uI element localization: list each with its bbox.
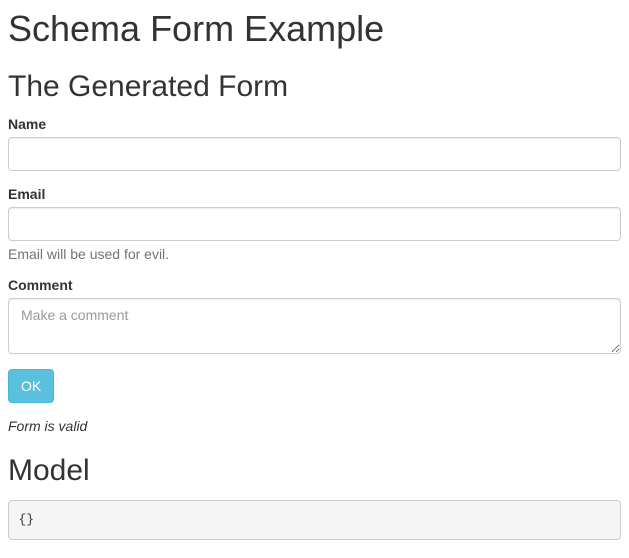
name-input[interactable] xyxy=(8,137,621,171)
form-validity-text: Form is valid xyxy=(8,418,621,434)
name-label: Name xyxy=(8,116,46,132)
email-input[interactable] xyxy=(8,207,621,241)
model-output: {} xyxy=(8,500,621,540)
page-title: Schema Form Example xyxy=(8,8,621,50)
email-help-text: Email will be used for evil. xyxy=(8,246,621,262)
form-heading: The Generated Form xyxy=(8,70,621,104)
model-heading: Model xyxy=(8,454,621,488)
comment-label: Comment xyxy=(8,277,73,293)
ok-button[interactable]: OK xyxy=(8,369,54,403)
comment-textarea[interactable] xyxy=(8,298,621,354)
email-label: Email xyxy=(8,186,45,202)
